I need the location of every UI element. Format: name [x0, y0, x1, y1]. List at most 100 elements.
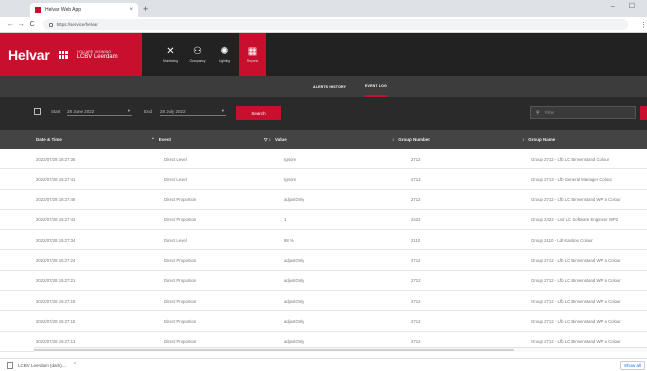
column-label: Value: [274, 137, 287, 142]
cell-date: 2022/07/28 15:27:42: [36, 217, 76, 223]
window-controls[interactable]: – ☐: [611, 2, 641, 10]
cell-group-number: 2712: [411, 278, 421, 284]
sort-icon: ↕: [392, 137, 395, 142]
filter-input[interactable]: ⚲ Filter: [530, 106, 636, 119]
tab-close-icon[interactable]: ×: [129, 7, 133, 13]
column-header-date[interactable]: Date & Time: [36, 130, 62, 149]
apps-grid-icon[interactable]: [58, 50, 68, 59]
cell-event: Direct Level: [164, 176, 187, 182]
table-row[interactable]: 2022/07/28 15:27:24 Direct Proportion ad…: [0, 250, 647, 271]
end-date-field[interactable]: 28 July 2022 ▾: [160, 107, 226, 116]
start-date-value: 28 June 2022: [67, 108, 95, 114]
monitoring-icon: ✕: [166, 46, 175, 57]
cell-event: Direct Proportion: [164, 278, 197, 284]
site-selector[interactable]: YOU ARE VIEWING LCBV Leerdam: [77, 50, 118, 60]
column-header-value[interactable]: ▽ ↕ Value: [264, 130, 287, 149]
browser-menu-icon[interactable]: ⋮: [640, 21, 647, 29]
table-row[interactable]: 2022/07/28 15:27:21 Direct Proportion ad…: [0, 270, 647, 292]
export-button[interactable]: [640, 106, 647, 120]
back-icon[interactable]: ←: [6, 21, 15, 28]
nav-label: Lighting: [218, 59, 231, 63]
start-label: Start: [51, 109, 61, 114]
cell-group-name: Group 2712 - Lfb LC Binnenstand WP a Col…: [531, 197, 621, 203]
nav-occupancy[interactable]: ⚇ Occupancy: [184, 33, 211, 76]
brand-block: Helvar YOU ARE VIEWING LCBV Leerdam: [0, 33, 142, 76]
favicon-icon: [35, 7, 41, 13]
start-date-field[interactable]: 28 June 2022 ▾: [67, 107, 132, 116]
app-window: Helvar Web App × + – ☐ ← → C https://ser…: [0, 0, 647, 371]
cell-group-name: Group 2712 - Lfb LC Binnenstand WP a Col…: [531, 257, 621, 263]
report-tabs: ALERTS HISTORY EVENT LOG: [0, 76, 647, 97]
forward-icon[interactable]: →: [17, 21, 26, 28]
reports-icon: ▦: [247, 46, 258, 57]
download-file-name[interactable]: LCBV Leerdam (dark)....: [18, 363, 67, 368]
table-row[interactable]: 2022/07/28 15:27:46 Direct Proportion ad…: [0, 189, 647, 210]
nav-label: Monitoring: [163, 59, 178, 63]
table-header: Date & Time ⌃ Event ▽ ↕ Value ↕ Group Nu…: [0, 130, 647, 149]
download-bar: LCBV Leerdam (dark).... ⌃ Show all: [0, 358, 647, 371]
cell-group-number: 2713: [411, 176, 421, 182]
column-label: Group Number: [398, 137, 431, 142]
event-table-body: 2022/07/28 15:27:35 Direct Level Ignore …: [0, 149, 647, 352]
cell-event: Direct Proportion: [164, 298, 197, 304]
cell-group-name: Group 2110 - Ldt Kantine Colour: [531, 237, 593, 243]
helvar-logo[interactable]: Helvar: [8, 47, 50, 63]
cell-group-name: Group 2712 - Lfb LC Binnenstand Colour: [531, 156, 610, 162]
sort-icon: ⌃: [151, 136, 155, 142]
end-date-dropdown-icon: ▾: [221, 108, 224, 113]
column-label: Group Name: [528, 137, 556, 142]
cell-date: 2022/07/28 15:27:24: [36, 257, 76, 263]
nav-monitoring[interactable]: ✕ Monitoring: [157, 33, 184, 76]
column-header-event[interactable]: ⌃ Event: [151, 130, 171, 149]
end-label: End: [144, 109, 153, 114]
table-row[interactable]: 2022/07/28 15:27:41 Direct Level Ignore …: [0, 169, 647, 190]
scrollbar-thumb[interactable]: [34, 349, 514, 351]
cell-group-number: 2712: [411, 318, 421, 324]
cell-group-name: Group 2712 - Lfb LC Binnenstand WP a Col…: [531, 278, 621, 284]
cell-group-name: Group 2713 - Lfb General Manager Colour: [531, 176, 612, 182]
show-all-button[interactable]: Show all: [619, 361, 645, 370]
column-header-group-name[interactable]: ↕ Group Name: [522, 130, 555, 149]
table-row[interactable]: 2022/07/28 15:27:34 Direct Level 88 % 21…: [0, 230, 647, 251]
cell-group-number: 2712: [411, 156, 421, 162]
cell-event: Direct Proportion: [164, 217, 197, 223]
column-header-group-number[interactable]: ↕ Group Number: [392, 130, 430, 149]
cell-value: Ignore: [284, 176, 297, 182]
browser-tab[interactable]: Helvar Web App ×: [30, 3, 138, 17]
app-header: Helvar YOU ARE VIEWING LCBV Leerdam ✕ Mo…: [0, 33, 647, 76]
site-caption: YOU ARE VIEWING: [76, 49, 112, 54]
reload-icon[interactable]: C: [28, 21, 37, 28]
search-button[interactable]: Search: [236, 106, 281, 120]
table-row[interactable]: 2022/07/28 15:27:15 Direct Proportion ad…: [0, 311, 647, 332]
cell-event: Direct Proportion: [164, 197, 197, 203]
cell-date: 2022/07/28 15:27:41: [36, 176, 76, 182]
column-label: Event: [158, 137, 172, 142]
cell-event: Direct Level: [164, 156, 187, 162]
cell-date: 2022/07/28 15:27:34: [36, 237, 76, 243]
column-label: Date & Time: [36, 137, 62, 142]
cell-date: 2022/07/28 15:27:46: [36, 197, 76, 203]
cell-event: Direct Level: [164, 237, 187, 243]
tab-alerts-history[interactable]: ALERTS HISTORY: [313, 76, 346, 97]
table-row[interactable]: 2022/07/28 15:27:42 Direct Proportion 1 …: [0, 209, 647, 231]
address-bar[interactable]: https://service/helvar: [42, 19, 629, 30]
table-row[interactable]: 2022/07/28 15:27:18 Direct Proportion ad…: [0, 291, 647, 312]
cell-value: adjustOnly: [284, 257, 305, 263]
browser-toolbar: ← → C https://service/helvar ⋮: [0, 17, 647, 33]
filter-placeholder: Filter: [544, 110, 555, 115]
cell-event: Direct Proportion: [164, 318, 197, 324]
new-tab-button[interactable]: +: [143, 3, 148, 15]
cell-value: adjustOnly: [284, 298, 305, 304]
nav-reports[interactable]: ▦ Reports: [239, 33, 266, 76]
nav-label: Reports: [246, 59, 259, 63]
lock-icon: [48, 22, 53, 27]
table-row[interactable]: 2022/07/28 15:27:35 Direct Level Ignore …: [0, 149, 647, 170]
cell-date: 2022/07/28 15:27:18: [36, 298, 76, 304]
nav-lighting[interactable]: ✺ Lighting: [211, 33, 238, 76]
tab-event-log[interactable]: EVENT LOG: [365, 76, 388, 97]
cell-event: Direct Proportion: [164, 257, 197, 263]
horizontal-scrollbar[interactable]: [34, 347, 647, 352]
cell-group-number: 2712: [411, 257, 421, 263]
cell-date: 2022/07/28 15:27:35: [36, 156, 76, 162]
chevron-up-icon[interactable]: ⌃: [73, 362, 77, 368]
